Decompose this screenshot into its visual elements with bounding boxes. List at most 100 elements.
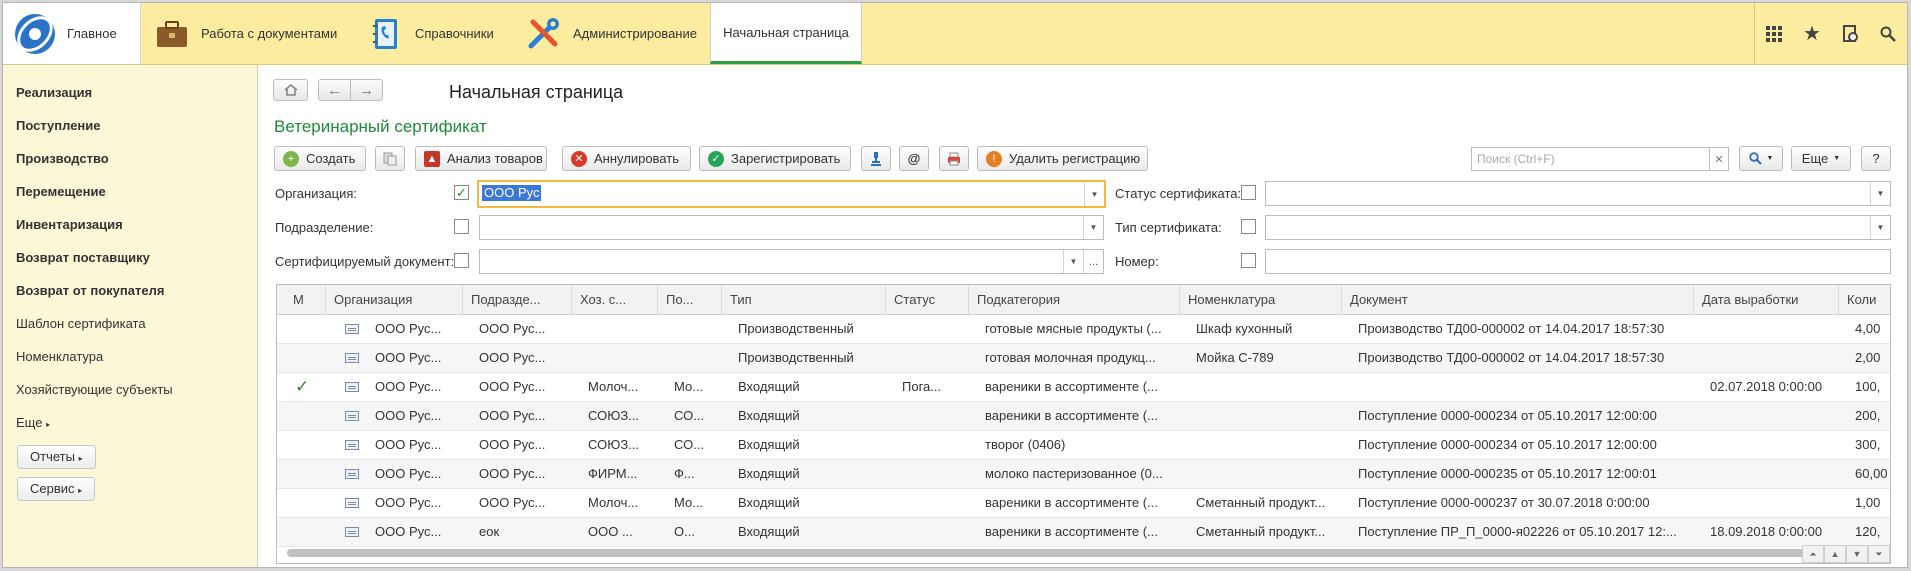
print-button[interactable] — [939, 146, 969, 171]
sidebar-item-entities[interactable]: Хозяйствующие субъекты — [16, 382, 173, 397]
delete-registration-button[interactable]: ! Удалить регистрацию — [977, 146, 1148, 171]
scroll-bottom-icon[interactable]: ⏷ — [1868, 545, 1890, 563]
org-checkbox[interactable]: ✓ — [454, 185, 469, 200]
table-row[interactable]: ООО Рус... ООО Рус... Производственный гото… — [277, 344, 1890, 373]
table-row[interactable]: ✓ ООО Рус... ООО Рус... Молоч... Мо... Входящ… — [277, 373, 1890, 402]
table-row[interactable]: ООО Рус... ООО Рус... СОЮЗ... СО... Входящий… — [277, 402, 1890, 431]
table-row[interactable]: ООО Рус... ООО Рус... ФИРМ... Ф... Входящий м… — [277, 460, 1890, 489]
table-row[interactable]: ООО Рус... еок ООО ... О... Входящий вареники… — [277, 518, 1890, 547]
col-date[interactable]: Дата выработки — [1694, 285, 1839, 314]
create-button[interactable]: + Создать — [274, 146, 366, 171]
cell-date — [1710, 315, 1837, 343]
chevron-down-icon[interactable]: ▼ — [1870, 182, 1890, 205]
cell-nom — [1196, 373, 1340, 401]
grid-menu-icon[interactable] — [1755, 3, 1793, 64]
section-references[interactable]: Справочники — [371, 3, 494, 64]
right-toolbar: ★ — [1754, 3, 1907, 64]
chevron-down-icon[interactable]: ▼ — [1084, 182, 1104, 206]
microscope-button[interactable] — [861, 146, 891, 171]
chevron-down-icon[interactable]: ▼ — [1083, 216, 1103, 239]
cell-nom: Шкаф кухонный — [1196, 321, 1293, 336]
service-button[interactable]: Сервис ▸ — [17, 477, 96, 501]
tab-home-page[interactable]: Начальная страница — [710, 3, 862, 64]
subdiv-checkbox[interactable] — [454, 219, 469, 234]
email-button[interactable]: @ — [899, 146, 929, 171]
col-m[interactable]: М — [277, 285, 326, 314]
cell-date — [1710, 460, 1837, 488]
number-field[interactable] — [1265, 249, 1891, 274]
col-hoz[interactable]: Хоз. с... — [572, 285, 658, 314]
sidebar-item-nomenclature[interactable]: Номенклатура — [16, 349, 103, 364]
sidebar-item-cert-template[interactable]: Шаблон сертификата — [16, 316, 146, 331]
cell-subdiv: ООО Рус... — [479, 437, 546, 452]
analyze-icon: ▲ — [424, 150, 440, 167]
back-button[interactable]: ← — [318, 79, 351, 101]
copy-button[interactable] — [375, 146, 405, 171]
cell-po: Ф... — [674, 466, 695, 481]
sidebar-item-receipts[interactable]: Поступление — [16, 118, 101, 133]
status-field[interactable]: ▼ — [1265, 181, 1891, 206]
col-subdiv[interactable]: Подразде... — [463, 285, 572, 314]
cell-subcat: вареники в ассортименте (... — [985, 408, 1158, 423]
scroll-up-icon[interactable]: ▲ — [1824, 545, 1846, 563]
more-button[interactable]: Еще ▼ — [1791, 146, 1851, 171]
col-subcat[interactable]: Подкатегория — [969, 285, 1180, 314]
star-icon[interactable]: ★ — [1793, 3, 1831, 64]
chevron-down-icon[interactable]: ▼ — [1870, 216, 1890, 239]
col-nom[interactable]: Номенклатура — [1180, 285, 1342, 314]
cell-qty: 120, — [1855, 524, 1881, 539]
scroll-down-icon[interactable]: ▼ — [1846, 545, 1868, 563]
sidebar-more[interactable]: Еще ▸ — [16, 415, 50, 430]
status-checkbox[interactable] — [1241, 185, 1256, 200]
home-button[interactable] — [273, 79, 308, 101]
sidebar-item-production[interactable]: Производство — [16, 151, 109, 166]
cell-type: Производственный — [738, 321, 854, 336]
col-qty[interactable]: Коли — [1839, 285, 1890, 314]
cell-hoz: ФИРМ... — [588, 466, 638, 481]
table-row[interactable]: ООО Рус... ООО Рус... Молоч... Мо... Входящи… — [277, 489, 1890, 518]
forward-button[interactable]: → — [350, 79, 383, 101]
search-input[interactable]: Поиск (Ctrl+F) — [1471, 147, 1711, 171]
select-more-button[interactable]: ... — [1083, 250, 1103, 273]
cell-date — [1710, 489, 1837, 517]
scroll-top-icon[interactable]: ⏶ — [1802, 545, 1824, 563]
clear-icon[interactable]: ✕ — [1709, 147, 1729, 171]
reports-button[interactable]: Отчеты ▸ — [17, 445, 96, 469]
annul-button[interactable]: ✕ Аннулировать — [562, 146, 691, 171]
col-type[interactable]: Тип — [722, 285, 886, 314]
help-button[interactable]: ? — [1861, 146, 1891, 171]
col-po[interactable]: По... — [658, 285, 722, 314]
cell-type: Входящий — [738, 437, 800, 452]
history-icon[interactable] — [1831, 3, 1869, 64]
section-main[interactable]: Главное — [3, 3, 141, 64]
type-checkbox[interactable] — [1241, 219, 1256, 234]
sidebar-item-transfer[interactable]: Перемещение — [16, 184, 106, 199]
section-bar: Главное Работа с документами Справочники — [3, 3, 1907, 65]
doc-field[interactable]: ▼ ... — [479, 249, 1104, 274]
subdiv-field[interactable]: ▼ — [479, 215, 1104, 240]
section-documents[interactable]: Работа с документами — [155, 3, 337, 64]
sidebar-item-inventory[interactable]: Инвентаризация — [16, 217, 123, 232]
type-field[interactable]: ▼ — [1265, 215, 1891, 240]
horizontal-scrollbar[interactable] — [287, 549, 1890, 557]
chevron-down-icon[interactable]: ▼ — [1063, 250, 1083, 273]
section-admin[interactable]: Администрирование — [525, 3, 697, 64]
col-status[interactable]: Статус — [886, 285, 969, 314]
search-icon[interactable] — [1869, 3, 1907, 64]
sidebar-item-return-customer[interactable]: Возврат от покупателя — [16, 283, 164, 298]
col-org[interactable]: Организация — [326, 285, 463, 314]
cell-qty: 200, — [1855, 408, 1881, 423]
org-field[interactable]: ООО Рус ▼ — [477, 180, 1106, 208]
register-button[interactable]: ✓ Зарегистрировать — [699, 146, 851, 171]
number-checkbox[interactable] — [1241, 253, 1256, 268]
analyze-goods-button[interactable]: ▲ Анализ товаров — [415, 146, 547, 171]
table-row[interactable]: ООО Рус... ООО Рус... СОЮЗ... СО... Входящий… — [277, 431, 1890, 460]
table-row[interactable]: ООО Рус... ООО Рус... Производственный гото… — [277, 315, 1890, 344]
cell-po: О... — [674, 524, 695, 539]
doc-checkbox[interactable] — [454, 253, 469, 268]
sidebar-item-sales[interactable]: Реализация — [16, 85, 92, 100]
search-options-button[interactable]: ▼ — [1739, 146, 1783, 171]
sidebar-item-return-supplier[interactable]: Возврат поставщику — [16, 250, 150, 265]
org-field-value: ООО Рус — [482, 185, 542, 201]
col-doc[interactable]: Документ — [1342, 285, 1694, 314]
